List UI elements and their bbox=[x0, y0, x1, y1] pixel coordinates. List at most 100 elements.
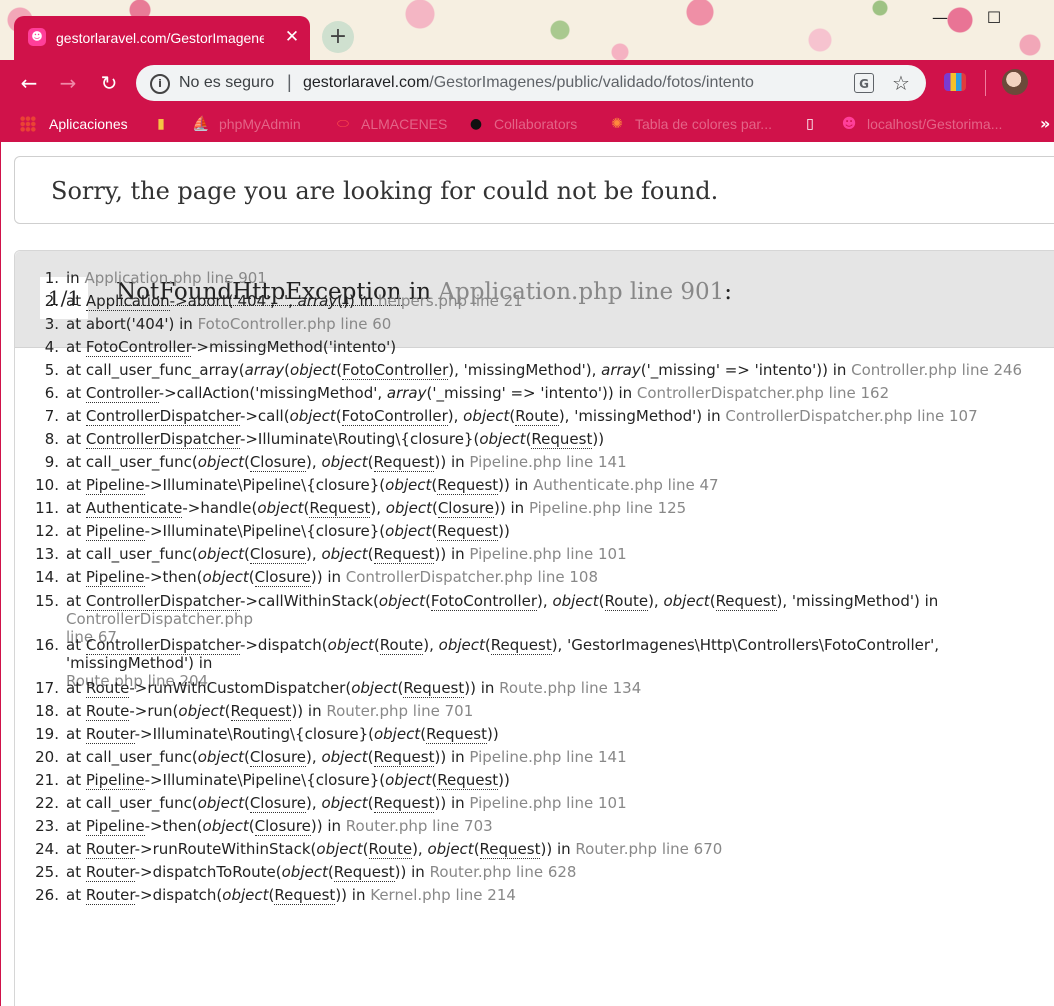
trace-row-number: 9. bbox=[44, 453, 59, 471]
trace-row: 19. at Router->Illuminate\Routing\{closur… bbox=[35, 723, 1053, 746]
trace-row-number: 21. bbox=[35, 771, 59, 789]
trace-row-number: 3. bbox=[44, 315, 59, 333]
github-icon: ● bbox=[469, 116, 483, 132]
apps-grid-icon bbox=[20, 116, 36, 132]
error-message: Sorry, the page you are looking for coul… bbox=[51, 177, 719, 205]
trace-row: 1. in Application.php line 901 bbox=[43, 267, 1053, 290]
url-text[interactable]: gestorlaravel.com/GestorImagenes/public/… bbox=[303, 72, 843, 94]
trace-row-text: in Application.php line 901 bbox=[66, 269, 267, 287]
trace-row: 20. at call_user_func(object(Closure), ob… bbox=[35, 746, 1053, 769]
translate-icon[interactable]: G bbox=[854, 73, 874, 93]
error-message-box: Sorry, the page you are looking for coul… bbox=[14, 156, 1054, 224]
trace-row-number: 11. bbox=[35, 499, 59, 517]
bookmark-aplicaciones[interactable]: Aplicaciones bbox=[20, 106, 140, 142]
trace-row-text: at Controller->callAction('missingMethod… bbox=[66, 384, 890, 403]
bookmark-folder[interactable]: ▮ bbox=[152, 106, 172, 142]
trace-row-number: 26. bbox=[35, 886, 59, 904]
trace-row-number: 1. bbox=[44, 269, 59, 287]
trace-row-text: at call_user_func(object(Closure), objec… bbox=[66, 748, 627, 767]
trace-row: 13. at call_user_func(object(Closure), ob… bbox=[35, 543, 1053, 566]
bookmark-label: Tabla de colores par... bbox=[635, 116, 772, 132]
trace-row: 15. at ControllerDispatcher->callWithinSt… bbox=[35, 589, 1053, 646]
trace-row-number: 22. bbox=[35, 794, 59, 812]
bookmark-label: phpMyAdmin bbox=[219, 116, 301, 132]
trace-row-text: at call_user_func(object(Closure), objec… bbox=[66, 453, 627, 472]
reload-icon[interactable]: ↻ bbox=[94, 68, 124, 98]
url-path: /GestorImagenes/public/validado/fotos/in… bbox=[429, 74, 754, 91]
page-content: Sorry, the page you are looking for coul… bbox=[1, 142, 1054, 1006]
trace-row-text: at Pipeline->Illuminate\Pipeline\{closur… bbox=[66, 771, 510, 790]
bookmark-collaborators[interactable]: ● Collaborators bbox=[467, 106, 592, 142]
trace-row-number: 12. bbox=[35, 522, 59, 540]
tab-title: gestorlaravel.com/GestorImagenes/public/… bbox=[56, 30, 264, 46]
trace-row-number: 20. bbox=[35, 748, 59, 766]
minimize-icon[interactable]: — bbox=[930, 8, 950, 28]
trace-row: 17. at Route->runWithCustomDispatcher(obj… bbox=[35, 677, 1053, 700]
toolbar-divider bbox=[985, 70, 986, 96]
smile-icon: ☻ bbox=[841, 116, 857, 132]
url-host: gestorlaravel.com bbox=[303, 74, 430, 91]
trace-row: 3. at abort('404') in FotoController.php … bbox=[43, 313, 1053, 336]
trace-row-number: 17. bbox=[35, 679, 59, 697]
trace-row-number: 6. bbox=[44, 384, 59, 402]
trace-row-number: 23. bbox=[35, 817, 59, 835]
trace-row-text: at Pipeline->then(object(Closure)) in Ro… bbox=[66, 817, 493, 836]
trace-row-text: at Route->runWithCustomDispatcher(object… bbox=[66, 679, 642, 698]
url-separator: | bbox=[287, 72, 292, 92]
trace-row-text: at call_user_func(object(Closure), objec… bbox=[66, 545, 627, 564]
bookmark-label: ALMACENES bbox=[361, 116, 448, 132]
back-icon[interactable]: ← bbox=[14, 68, 44, 98]
security-label[interactable]: No es seguro bbox=[179, 72, 274, 94]
forward-icon[interactable]: → bbox=[53, 68, 83, 98]
trace-row-number: 10. bbox=[35, 476, 59, 494]
trace-row-number: 16. bbox=[35, 636, 59, 654]
trace-row: 14. at Pipeline->then(object(Closure)) in… bbox=[35, 566, 1053, 589]
close-tab-icon[interactable]: ✕ bbox=[282, 26, 302, 48]
browser-tab[interactable]: ☻ gestorlaravel.com/GestorImagenes/publi… bbox=[14, 16, 310, 60]
trace-row-text: at Router->runRouteWithinStack(object(Ro… bbox=[66, 840, 723, 859]
bookmark-phpmyadmin[interactable]: ⛵ phpMyAdmin bbox=[192, 106, 322, 142]
bookmark-label: Aplicaciones bbox=[49, 116, 128, 132]
bookmark-label: Collaborators bbox=[494, 116, 578, 132]
trace-row: 16. at ControllerDispatcher->dispatch(obj… bbox=[35, 633, 1053, 690]
bookmarks-bar: Aplicaciones ▮ ⛵ phpMyAdmin ⬭ ALMACENES … bbox=[0, 106, 1054, 142]
info-icon[interactable]: i bbox=[150, 74, 170, 94]
new-tab-button[interactable]: + bbox=[322, 21, 354, 53]
trace-row-text: at ControllerDispatcher->Illuminate\Rout… bbox=[66, 430, 605, 449]
trace-row: 4. at FotoController->missingMethod('inte… bbox=[43, 336, 1053, 359]
palette-icon: ✺ bbox=[611, 116, 623, 132]
trace-row: 26. at Router->dispatch(object(Request)) … bbox=[35, 884, 1053, 907]
trace-row-number: 14. bbox=[35, 568, 59, 586]
trace-row-text: at FotoController->missingMethod('intent… bbox=[66, 338, 397, 357]
bookmark-page[interactable]: ▯ bbox=[801, 106, 821, 142]
page-icon: ▯ bbox=[806, 116, 814, 132]
profile-avatar[interactable] bbox=[1002, 69, 1028, 95]
trace-row-text: at Router->dispatch(object(Request)) in … bbox=[66, 886, 516, 905]
trace-row-text: at Router->Illuminate\Routing\{closure}(… bbox=[66, 725, 499, 744]
maximize-icon[interactable]: ☐ bbox=[984, 8, 1004, 28]
trace-row: 9. at call_user_func(object(Closure), obj… bbox=[43, 451, 1053, 474]
trace-row: 11. at Authenticate->handle(object(Reques… bbox=[35, 497, 1053, 520]
bookmark-almacenes[interactable]: ⬭ ALMACENES bbox=[334, 106, 449, 142]
trace-row-text: at ControllerDispatcher->call(object(Fot… bbox=[66, 407, 978, 426]
bookmark-tabla-colores[interactable]: ✺ Tabla de colores par... bbox=[608, 106, 788, 142]
star-icon[interactable]: ☆ bbox=[892, 71, 910, 95]
extension-icon[interactable] bbox=[944, 73, 966, 91]
trace-row: 2. at Application->abort('404', '', array… bbox=[43, 290, 1053, 313]
trace-row-text: at Route->run(object(Request)) in Router… bbox=[66, 702, 474, 721]
trace-row-number: 2. bbox=[44, 292, 59, 310]
trace-row-number: 15. bbox=[35, 592, 59, 610]
trace-row-number: 19. bbox=[35, 725, 59, 743]
more-bookmarks-icon[interactable]: » bbox=[1040, 113, 1050, 135]
trace-row-number: 5. bbox=[44, 361, 59, 379]
bookmark-localhost[interactable]: ☻ localhost/Gestorima... bbox=[840, 106, 1030, 142]
trace-row: 18. at Route->run(object(Request)) in Rou… bbox=[35, 700, 1053, 723]
trace-row: 22. at call_user_func(object(Closure), ob… bbox=[35, 792, 1053, 815]
trace-row-text: at Pipeline->Illuminate\Pipeline\{closur… bbox=[66, 476, 719, 495]
address-bar[interactable]: i No es seguro | gestorlaravel.com/Gesto… bbox=[136, 65, 926, 101]
trace-row: 8. at ControllerDispatcher->Illuminate\Ro… bbox=[43, 428, 1053, 451]
title-bar: ☻ gestorlaravel.com/GestorImagenes/publi… bbox=[0, 0, 1054, 60]
trace-row: 10. at Pipeline->Illuminate\Pipeline\{clo… bbox=[35, 474, 1053, 497]
trace-row-number: 4. bbox=[44, 338, 59, 356]
bookmark-label: localhost/Gestorima... bbox=[867, 116, 1003, 132]
